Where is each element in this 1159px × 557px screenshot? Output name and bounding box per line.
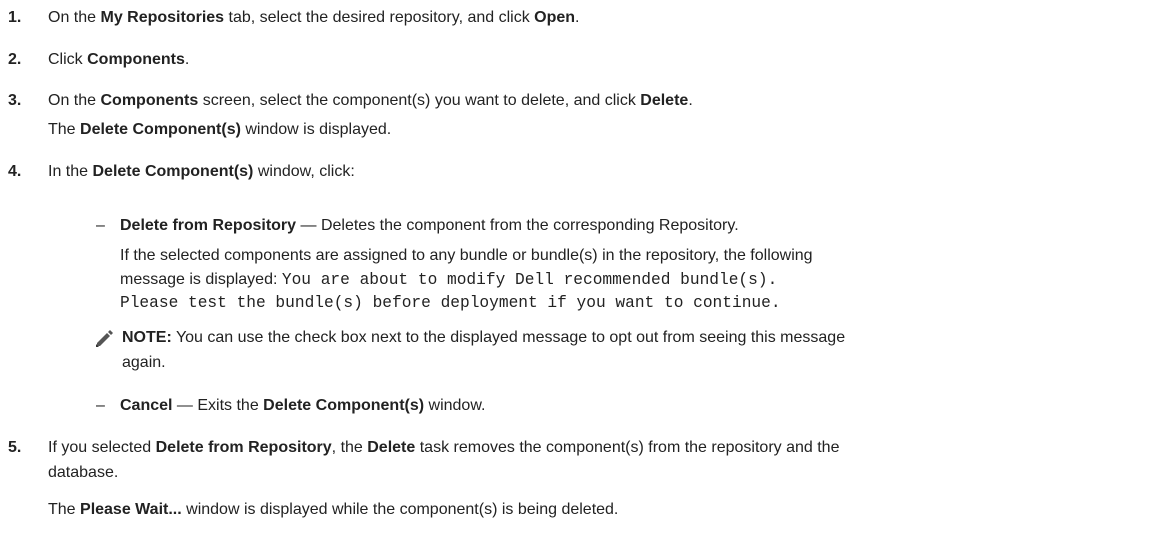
window-name-delete-components: Delete Component(s)	[263, 397, 425, 414]
step-2-number: 2.	[8, 51, 22, 68]
step-2-text: Click Components.	[48, 51, 190, 68]
button-name-delete: Delete	[640, 92, 689, 109]
step-5-text: If you selected Delete from Repository, …	[48, 439, 840, 456]
button-name-components: Components	[87, 51, 185, 68]
step-4-text: In the Delete Component(s) window, click…	[48, 163, 355, 180]
document-page: 1. On the My Repositories tab, select th…	[0, 0, 1159, 557]
note-label: NOTE:	[122, 329, 172, 346]
window-name-delete-components: Delete Component(s)	[92, 163, 254, 180]
option-dash: –	[96, 397, 105, 414]
option-label-cancel: Cancel	[120, 397, 173, 414]
option-detail-line-2: message is displayed: You are about to m…	[120, 271, 778, 289]
window-name-delete-components: Delete Component(s)	[80, 121, 241, 138]
task-name-delete: Delete	[367, 439, 416, 456]
warning-message-line-1: You are about to modify Dell recommended…	[281, 271, 778, 289]
option-detail-line-1: If the selected components are assigned …	[120, 247, 813, 264]
option-dash: –	[96, 217, 105, 234]
step-5-number: 5.	[8, 439, 22, 456]
screen-name-components: Components	[100, 92, 199, 109]
step-3-number: 3.	[8, 92, 22, 109]
option-delete-from-repository: Delete from Repository — Deletes the com…	[120, 217, 739, 234]
pencil-note-icon	[96, 330, 113, 347]
option-label-delete-from-repository: Delete from Repository	[120, 217, 297, 234]
option-label-delete-from-repository: Delete from Repository	[155, 439, 332, 456]
option-cancel: Cancel — Exits the Delete Component(s) w…	[120, 397, 486, 414]
step-1-number: 1.	[8, 9, 22, 26]
step-3-text: On the Components screen, select the com…	[48, 92, 693, 109]
note-line-1: NOTE: You can use the check box next to …	[122, 329, 846, 346]
button-name-open: Open	[534, 9, 576, 26]
warning-message-line-2: Please test the bundle(s) before deploym…	[120, 294, 781, 312]
step-4-number: 4.	[8, 163, 22, 180]
step-5-followup: The Please Wait... window is displayed w…	[48, 501, 619, 518]
step-1-text: On the My Repositories tab, select the d…	[48, 9, 580, 26]
step-3-followup: The Delete Component(s) window is displa…	[48, 121, 392, 138]
step-5-text-line-2: database.	[48, 464, 119, 481]
tab-name-my-repositories: My Repositories	[100, 9, 225, 26]
window-name-please-wait: Please Wait...	[80, 501, 182, 518]
note-line-2: again.	[122, 354, 166, 371]
